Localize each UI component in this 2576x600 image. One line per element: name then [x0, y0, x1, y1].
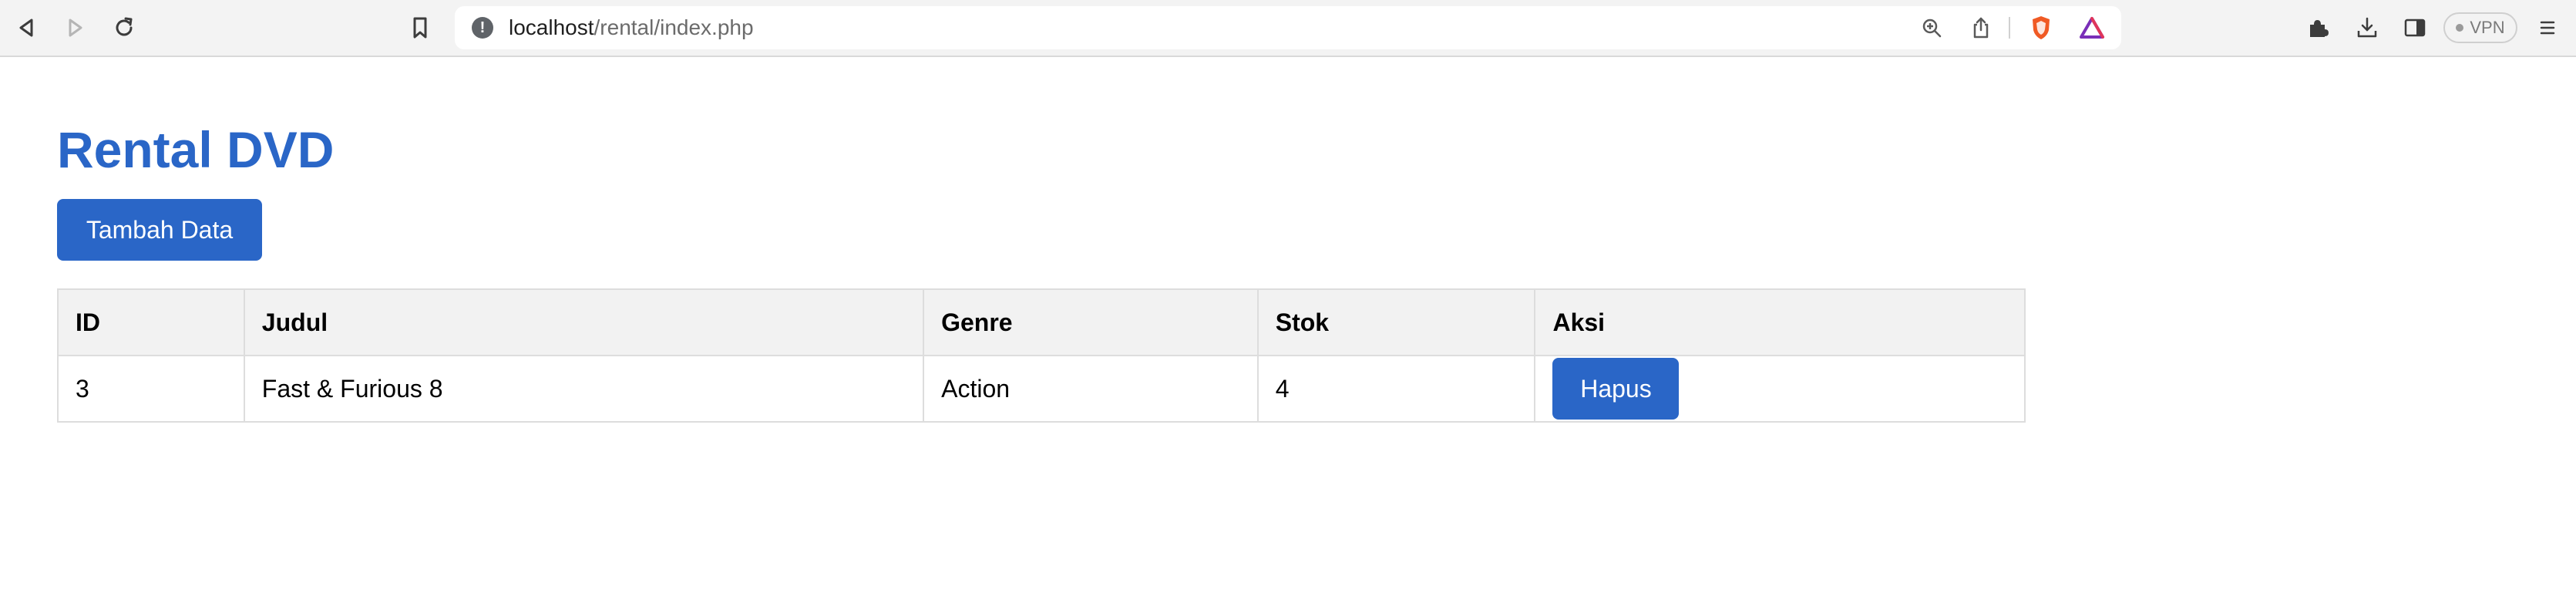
table-row: 3 Fast & Furious 8 Action 4 Hapus — [57, 355, 2026, 423]
url-text[interactable]: localhost/rental/index.php — [509, 6, 754, 49]
url-path: /rental/index.php — [594, 15, 754, 39]
vpn-status-dot — [2456, 24, 2464, 32]
share-icon[interactable] — [1966, 12, 1996, 43]
column-header-genre: Genre — [923, 288, 1259, 356]
back-icon[interactable] — [9, 10, 45, 46]
add-data-button[interactable]: Tambah Data — [57, 199, 262, 261]
reload-icon[interactable] — [106, 10, 142, 46]
vpn-button[interactable]: VPN — [2443, 12, 2517, 43]
brave-shields-icon[interactable] — [2026, 12, 2056, 43]
delete-button[interactable]: Hapus — [1552, 358, 1680, 420]
url-host: localhost — [509, 15, 594, 39]
cell-id: 3 — [57, 355, 245, 423]
vpn-label: VPN — [2470, 18, 2505, 37]
browser-toolbar: ! localhost/rental/index.php VPN — [0, 0, 2576, 57]
url-separator — [2009, 17, 2010, 39]
site-info-icon[interactable]: ! — [472, 17, 493, 39]
column-header-id: ID — [57, 288, 245, 356]
brave-rewards-icon[interactable] — [2077, 12, 2107, 43]
address-bar[interactable]: ! localhost/rental/index.php — [455, 6, 2121, 49]
cell-genre: Action — [923, 355, 1259, 423]
dvd-table: ID Judul Genre Stok Aksi 3 Fast & Furiou… — [57, 288, 2026, 423]
cell-judul: Fast & Furious 8 — [243, 355, 925, 423]
zoom-icon[interactable] — [1916, 12, 1947, 43]
page-title: Rental DVD — [57, 121, 335, 178]
column-header-aksi: Aksi — [1534, 288, 2026, 356]
extensions-icon[interactable] — [2300, 10, 2336, 46]
download-icon[interactable] — [2349, 10, 2385, 46]
column-header-judul: Judul — [243, 288, 925, 356]
cell-stok: 4 — [1256, 355, 1536, 423]
menu-icon[interactable] — [2530, 10, 2565, 46]
sidebar-icon[interactable] — [2397, 10, 2433, 46]
forward-icon[interactable] — [57, 10, 92, 46]
table-header-row: ID Judul Genre Stok Aksi — [57, 288, 2026, 356]
bookmark-icon[interactable] — [402, 10, 438, 46]
column-header-stok: Stok — [1256, 288, 1536, 356]
cell-aksi: Hapus — [1534, 355, 2026, 423]
